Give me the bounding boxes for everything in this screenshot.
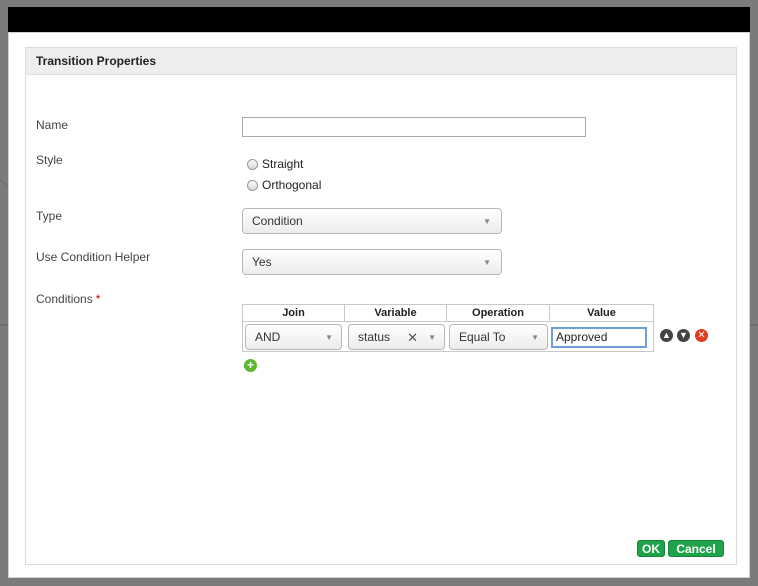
- join-select[interactable]: AND ▼: [245, 324, 342, 350]
- add-circle-icon[interactable]: +: [244, 359, 257, 372]
- chevron-down-icon: ▼: [325, 333, 333, 342]
- operation-select-value: Equal To: [459, 330, 506, 344]
- operation-select[interactable]: Equal To ▼: [449, 324, 548, 350]
- condition-helper-value: Yes: [252, 255, 272, 269]
- conditions-label: Conditions *: [36, 292, 100, 306]
- value-input-text: Approved: [556, 330, 608, 344]
- properties-panel: Transition Properties Name Style Straigh…: [25, 47, 737, 565]
- radio-button-icon[interactable]: [247, 158, 258, 170]
- chevron-down-icon: ▼: [483, 217, 491, 226]
- variable-select[interactable]: status ✕ ▼: [348, 324, 445, 350]
- chevron-down-icon: ▼: [483, 258, 491, 267]
- type-label: Type: [36, 209, 63, 223]
- join-select-value: AND: [255, 330, 281, 344]
- arrow-up-circle-icon[interactable]: ▲: [660, 329, 673, 342]
- column-header-operation: Operation: [447, 305, 550, 321]
- radio-orthogonal-label: Orthogonal: [262, 178, 322, 192]
- radio-orthogonal[interactable]: Orthogonal: [247, 178, 321, 192]
- dialog-titlebar[interactable]: [8, 7, 750, 32]
- header-divider: [243, 321, 653, 322]
- panel-title: Transition Properties: [36, 54, 157, 68]
- name-label: Name: [36, 118, 69, 132]
- cancel-button[interactable]: Cancel: [668, 540, 724, 557]
- required-asterisk: *: [95, 292, 101, 306]
- condition-helper-select[interactable]: Yes ▼: [242, 249, 502, 275]
- transition-properties-dialog: Transition Properties Name Style Straigh…: [8, 32, 750, 578]
- chevron-down-icon: ▼: [531, 333, 539, 342]
- conditions-table: Join Variable Operation Value AND ▼ stat…: [242, 304, 654, 352]
- arrow-down-circle-icon[interactable]: ▼: [677, 329, 690, 342]
- column-header-value: Value: [550, 305, 653, 321]
- chevron-down-icon: ▼: [428, 333, 436, 342]
- condition-helper-label: Use Condition Helper: [36, 250, 151, 264]
- conditions-label-text: Conditions: [36, 292, 93, 306]
- radio-straight-label: Straight: [262, 157, 304, 171]
- style-label: Style: [36, 153, 63, 167]
- radio-straight[interactable]: Straight: [247, 157, 303, 171]
- remove-circle-icon[interactable]: ✕: [695, 329, 708, 342]
- radio-button-icon[interactable]: [247, 179, 258, 191]
- clear-x-icon[interactable]: ✕: [407, 330, 418, 346]
- type-select[interactable]: Condition ▼: [242, 208, 502, 234]
- column-header-variable: Variable: [345, 305, 447, 321]
- ok-button[interactable]: OK: [637, 540, 665, 557]
- name-input[interactable]: [242, 117, 586, 137]
- column-header-join: Join: [243, 305, 345, 321]
- value-input[interactable]: Approved: [551, 327, 647, 348]
- type-select-value: Condition: [252, 214, 303, 228]
- variable-select-value: status: [358, 330, 391, 344]
- panel-header: Transition Properties: [26, 48, 736, 75]
